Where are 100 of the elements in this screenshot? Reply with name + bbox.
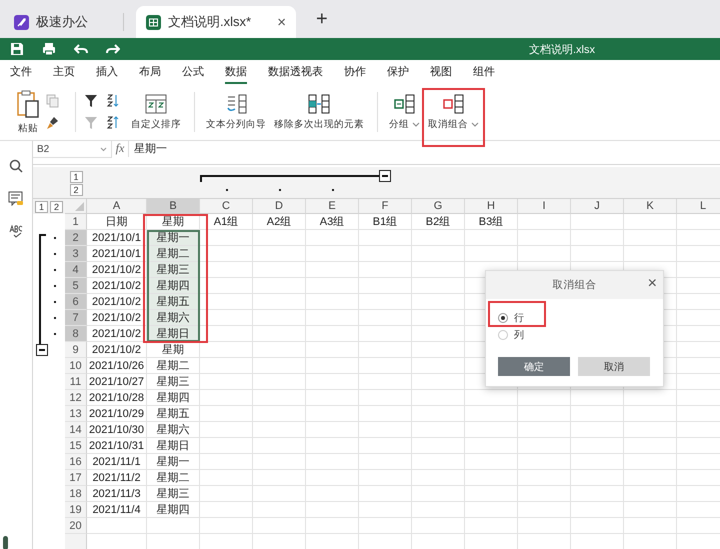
column-header[interactable]: B [147,199,200,214]
row-header[interactable]: 19 [65,502,87,518]
column-header[interactable]: J [571,199,624,214]
table-cell [306,454,359,470]
menu-tab[interactable]: 主页 [53,60,75,84]
custom-sort-button[interactable]: 自定义排序 [128,92,184,132]
row-header[interactable]: 4 [65,262,87,278]
app-tab[interactable]: 极速办公 [4,13,124,31]
menu-tab[interactable]: 文件 [10,60,32,84]
row-header[interactable]: 13 [65,406,87,422]
table-cell [253,358,306,374]
table-cell [465,390,518,406]
column-header[interactable]: G [412,199,465,214]
column-header[interactable]: D [253,199,306,214]
table-cell: 2021/11/3 [87,486,147,502]
table-cell [465,422,518,438]
close-icon[interactable]: × [277,14,286,30]
row-header[interactable]: 5 [65,278,87,294]
menu-tab[interactable]: 数据 [225,60,247,84]
outline-level-button[interactable]: 1 [35,200,48,212]
table-cell [200,422,253,438]
table-cell: 星期五 [147,294,200,310]
column-header[interactable]: E [306,199,359,214]
paste-button[interactable]: 粘贴 [12,88,44,136]
text-to-columns-button[interactable]: 文本分列向导 [203,92,269,132]
comment-icon[interactable] [8,191,24,206]
menu-tab[interactable]: 保护 [387,60,409,84]
radio-option[interactable]: 行 [498,311,524,325]
row-header[interactable]: 10 [65,358,87,374]
row-header[interactable]: 9 [65,342,87,358]
column-header[interactable]: C [200,199,253,214]
menu-tab[interactable]: 协作 [344,60,366,84]
column-header[interactable]: I [518,199,571,214]
cancel-button[interactable]: 取消 [578,357,650,376]
row-header[interactable]: 11 [65,374,87,390]
remove-duplicates-button[interactable]: 移除多次出现的元素 [271,92,367,132]
table-cell: 星期三 [147,486,200,502]
collapse-button[interactable] [36,344,48,356]
row-header[interactable]: 3 [65,246,87,262]
name-box[interactable]: B2 [33,141,112,158]
save-icon[interactable] [10,42,24,56]
column-header[interactable]: H [465,199,518,214]
table-cell [306,406,359,422]
row-header[interactable]: 18 [65,486,87,502]
column-header[interactable]: F [359,199,412,214]
table-cell [253,422,306,438]
row-header[interactable]: 14 [65,422,87,438]
redo-icon[interactable] [106,42,120,56]
group-button[interactable]: 分组 [386,92,423,132]
scrollbar-thumb[interactable] [3,536,8,549]
row-header[interactable]: 1 [65,214,87,230]
search-icon[interactable] [9,159,23,173]
menu-tab[interactable]: 插入 [96,60,118,84]
ungroup-icon [442,94,464,114]
menu-tab[interactable]: 数据透视表 [268,60,323,84]
row-header[interactable]: 12 [65,390,87,406]
table-cell: 2021/10/2 [87,342,147,358]
row-header[interactable]: 8 [65,326,87,342]
print-icon[interactable] [42,42,56,56]
row-header[interactable]: 15 [65,438,87,454]
row-header[interactable]: 17 [65,470,87,486]
outline-level-button[interactable]: 2 [50,200,63,212]
table-cell [412,262,465,278]
table-cell [465,486,518,502]
row-header[interactable]: 7 [65,310,87,326]
table-cell [624,518,677,534]
table-cell [253,390,306,406]
spellcheck-icon[interactable] [9,224,23,238]
table-cell: 2021/10/30 [87,422,147,438]
filter-icon[interactable] [84,94,98,108]
menu-tab[interactable]: 视图 [430,60,452,84]
row-header[interactable]: 16 [65,454,87,470]
new-tab-button[interactable]: + [310,7,334,32]
table-cell [571,422,624,438]
brush-icon[interactable] [46,116,59,130]
column-header[interactable]: K [624,199,677,214]
row-header[interactable]: 6 [65,294,87,310]
caret-icon [100,146,107,152]
table-cell [359,422,412,438]
column-header[interactable]: L [677,199,720,214]
close-button[interactable]: × [648,276,657,292]
ungroup-button[interactable]: 取消组合 [425,92,482,132]
fx-button[interactable]: fx [112,141,129,157]
collapse-button[interactable] [379,170,391,182]
column-header[interactable]: A [87,199,147,214]
menu-tab[interactable]: 布局 [139,60,161,84]
table-cell [465,230,518,246]
table-cell [200,438,253,454]
sort-descending-icon[interactable] [106,116,120,130]
undo-icon[interactable] [74,42,88,56]
menu-tab[interactable]: 组件 [473,60,495,84]
row-header[interactable]: 20 [65,518,87,534]
formula-field[interactable]: 星期一 [129,141,167,157]
table-cell: 2021/11/1 [87,454,147,470]
menu-tab[interactable]: 公式 [182,60,204,84]
confirm-button[interactable]: 确定 [498,357,570,376]
app-tab[interactable]: 文档说明.xlsx* × [136,6,296,38]
radio-option[interactable]: 列 [498,328,524,342]
row-header[interactable]: 2 [65,230,87,246]
sort-ascending-icon[interactable] [106,94,120,108]
